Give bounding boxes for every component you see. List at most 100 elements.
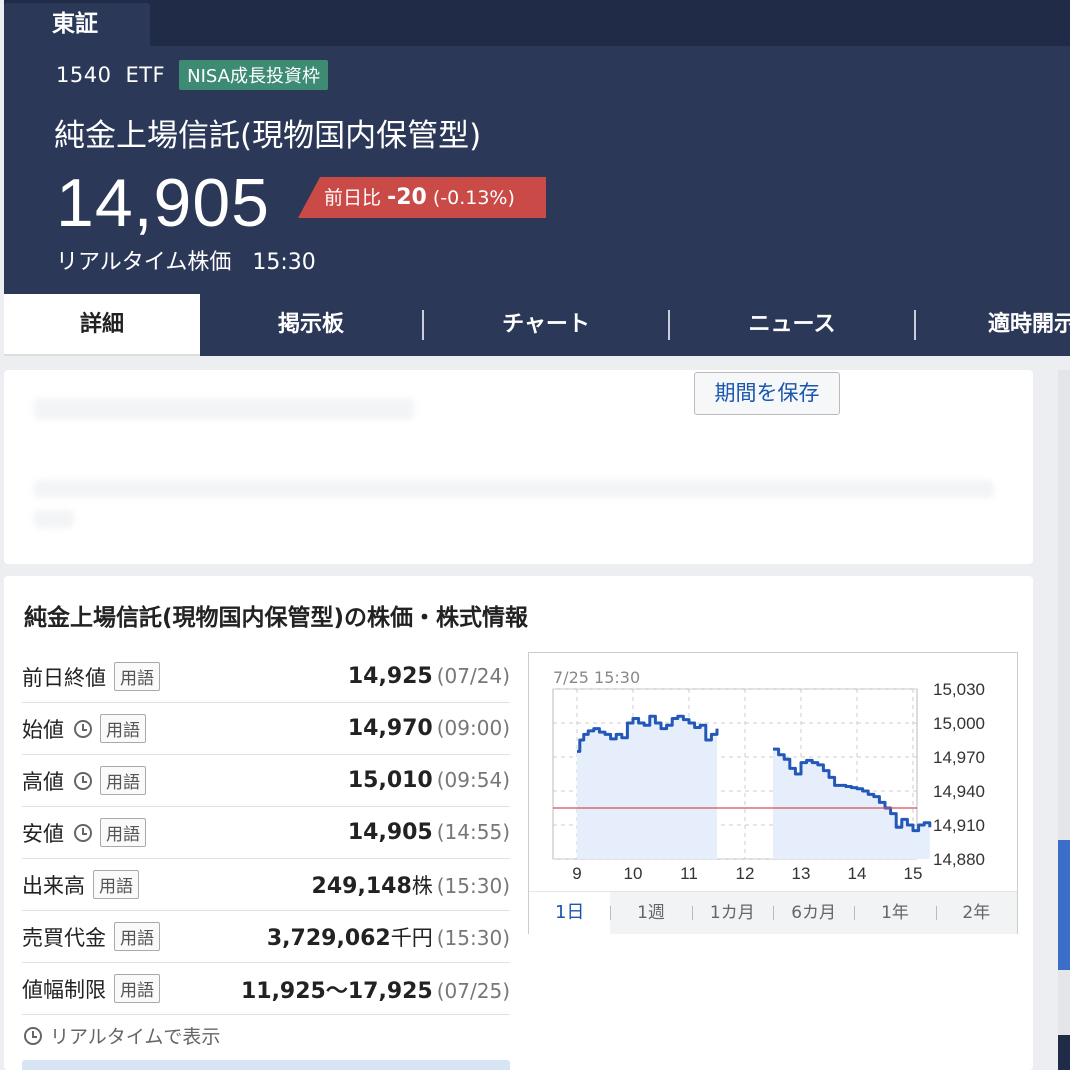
nisa-badge: NISA成長投資枠 (179, 60, 328, 90)
realtime-note-text: リアルタイムで表示 (50, 1026, 221, 1048)
stat-label: 安値 (22, 821, 64, 846)
tab-board[interactable]: 掲示板 (200, 294, 422, 356)
stat-time: (15:30) (436, 925, 510, 950)
section-title: 純金上場信託(現物国内保管型)の株価・株式情報 (24, 605, 529, 631)
stock-name: 純金上場信託(現物国内保管型) (54, 118, 482, 154)
realtime-row: リアルタイム株価 15:30 (56, 244, 316, 276)
stat-time: (14:55) (436, 820, 510, 844)
intraday-chart[interactable]: 7/25 15:30 15,030 15,000 14,970 14,940 14,910… (528, 652, 1018, 934)
change-value: -20 (387, 185, 427, 210)
tab-disclosure[interactable]: 適時開示 (916, 294, 1070, 356)
clock-icon (24, 1026, 42, 1045)
blurred-card (4, 370, 1033, 564)
y-tick-label: 15,030 (933, 680, 985, 699)
sidebar-banner (1058, 840, 1070, 970)
x-tick-label: 15 (904, 864, 923, 883)
nav-tabs: 詳細 掲示板 チャート ニュース 適時開示 (4, 294, 1070, 356)
term-button[interactable]: 用語 (114, 662, 160, 691)
period-6m[interactable]: 6カ月 (772, 892, 854, 934)
stat-value: 14,970 (347, 716, 433, 741)
stat-row-turnover: 売買代金 用語 3,729,062千円 (15:30) (22, 911, 510, 963)
term-button[interactable]: 用語 (114, 974, 160, 1003)
term-button[interactable]: 用語 (100, 714, 146, 743)
chart-timestamp: 7/25 15:30 (553, 668, 640, 687)
bottom-banner (22, 1060, 510, 1070)
period-1w[interactable]: 1週 (610, 892, 691, 934)
price-area-afternoon (773, 749, 930, 859)
stock-code: 1540 (56, 63, 112, 87)
y-tick-label: 14,880 (933, 850, 985, 869)
clock-icon (74, 771, 92, 790)
save-period-button[interactable]: 期間を保存 (694, 372, 840, 415)
stat-row-volume: 出来高 用語 249,148株 (15:30) (22, 859, 510, 911)
tab-detail[interactable]: 詳細 (4, 294, 200, 356)
stat-row-low: 安値 用語 14,905 (14:55) (22, 807, 510, 859)
x-tick-label: 10 (624, 864, 643, 883)
realtime-note: リアルタイムで表示 (24, 1022, 220, 1049)
stat-row-price-limit: 値幅制限 用語 11,925〜17,925 (07/25) (22, 963, 510, 1015)
stat-time: (09:54) (436, 768, 510, 792)
stat-label: 始値 (22, 717, 64, 742)
blurred-content (34, 480, 994, 498)
period-1y[interactable]: 1年 (854, 892, 935, 934)
price-area-morning (577, 716, 717, 859)
stat-value: 11,925〜17,925 (240, 978, 433, 1004)
right-sidebar-edge (1058, 370, 1070, 1070)
y-tick-label: 15,000 (933, 714, 985, 733)
change-badge: 前日比 -20 (-0.13%) (298, 177, 546, 218)
stat-value: 249,148 (311, 873, 412, 899)
tab-news[interactable]: ニュース (670, 294, 914, 356)
clock-icon (74, 823, 92, 842)
stat-value: 3,729,062 (266, 925, 391, 951)
stock-info-card: 純金上場信託(現物国内保管型)の株価・株式情報 前日終値 用語 14,925 (07… (4, 576, 1033, 1070)
clock-icon (74, 719, 92, 738)
term-button[interactable]: 用語 (100, 766, 146, 795)
stat-time: (07/25) (436, 978, 510, 1003)
stat-time: (07/24) (436, 664, 510, 688)
sidebar-banner (1058, 1035, 1070, 1070)
realtime-label: リアルタイム株価 (56, 250, 232, 275)
stat-label: 値幅制限 (22, 977, 106, 1002)
current-price: 14,905 (56, 165, 270, 241)
stock-category: ETF (125, 63, 166, 87)
stat-unit: 株 (411, 873, 433, 898)
stat-row-high: 高値 用語 15,010 (09:54) (22, 755, 510, 807)
blurred-content (34, 510, 74, 528)
stat-label: 出来高 (22, 873, 85, 898)
chart-svg: 7/25 15:30 15,030 15,000 14,970 14,940 14,910… (552, 668, 985, 883)
term-button[interactable]: 用語 (100, 818, 146, 847)
code-row: 1540 ETF NISA成長投資枠 (56, 60, 328, 90)
stat-value: 14,925 (347, 664, 433, 689)
stat-label: 売買代金 (22, 925, 106, 950)
period-selector: 1日 1週 1カ月 6カ月 1年 2年 (529, 891, 1017, 934)
change-text: 前日比 -20 (-0.13%) (324, 177, 515, 219)
stock-header: 1540 ETF NISA成長投資枠 純金上場信託(現物国内保管型) 14,90… (4, 46, 1070, 294)
stat-table: 前日終値 用語 14,925 (07/24) 始値 用語 14,970 (09:00) … (22, 651, 510, 1015)
x-tick-label: 9 (572, 864, 581, 883)
stat-label: 高値 (22, 769, 64, 794)
stat-unit: 千円 (390, 925, 433, 950)
period-1m[interactable]: 1カ月 (691, 892, 773, 934)
exchange-tab[interactable]: 東証 (4, 3, 150, 46)
x-tick-label: 11 (680, 864, 698, 883)
stat-value: 15,010 (347, 768, 433, 793)
x-tick-label: 12 (736, 864, 755, 883)
period-2y[interactable]: 2年 (935, 892, 1017, 934)
y-tick-label: 14,970 (933, 748, 985, 767)
blurred-content (34, 398, 414, 420)
change-percent: (-0.13%) (432, 187, 515, 209)
realtime-time: 15:30 (252, 250, 316, 275)
term-button[interactable]: 用語 (114, 922, 160, 951)
stat-time: (15:30) (436, 873, 510, 898)
y-tick-label: 14,910 (933, 816, 985, 835)
stat-row-prev-close: 前日終値 用語 14,925 (07/24) (22, 651, 510, 703)
stat-label: 前日終値 (22, 665, 106, 690)
x-tick-label: 14 (848, 864, 867, 883)
period-1d[interactable]: 1日 (529, 892, 611, 934)
top-bar: 東証 (4, 0, 1070, 46)
x-tick-label: 13 (792, 864, 811, 883)
stat-row-open: 始値 用語 14,970 (09:00) (22, 703, 510, 755)
y-tick-label: 14,940 (933, 782, 985, 801)
tab-chart[interactable]: チャート (424, 294, 668, 356)
term-button[interactable]: 用語 (93, 870, 139, 899)
